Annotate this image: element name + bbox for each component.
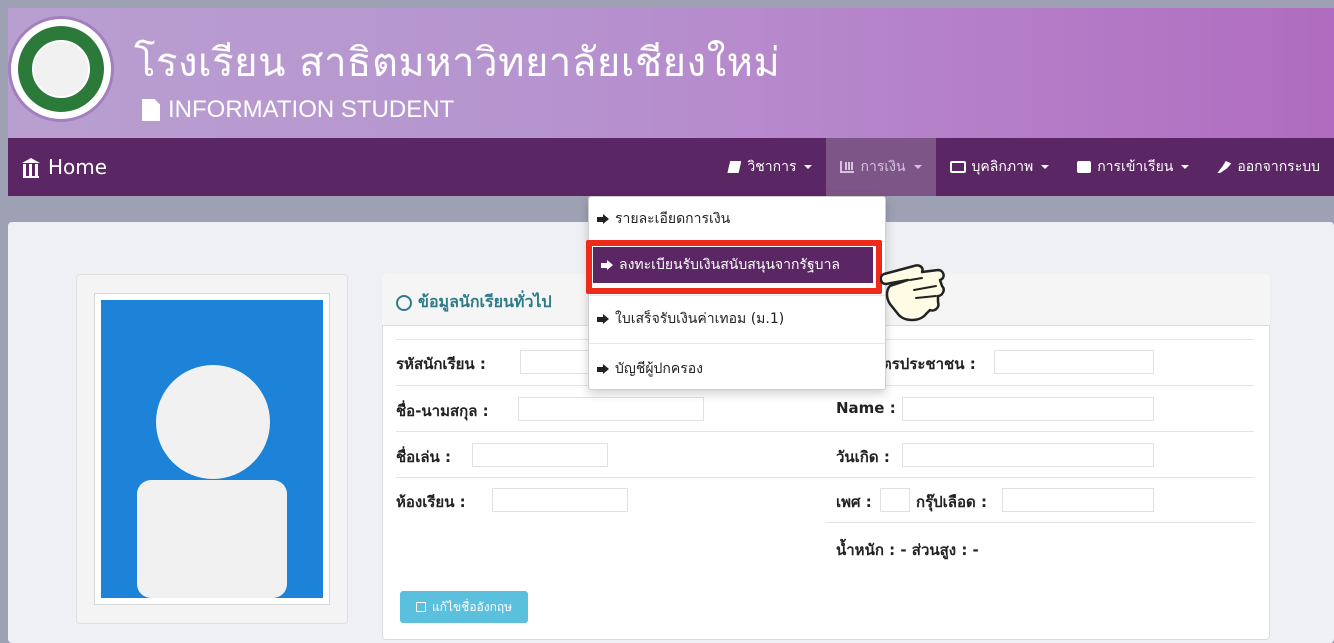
citizen-id-field	[994, 350, 1154, 374]
nav-home-label: Home	[48, 155, 108, 179]
name-en-label: Name :	[836, 399, 896, 417]
nickname-label: ชื่อเล่น :	[396, 448, 451, 466]
name-en-field	[902, 397, 1154, 421]
nav-home-link[interactable]: Home	[22, 138, 107, 196]
dropdown-divider	[589, 295, 885, 296]
sign-in-icon	[597, 363, 609, 375]
fullname-label: ชื่อ-นามสกุล :	[396, 402, 489, 420]
avatar-body-icon	[137, 480, 287, 598]
dropdown-divider	[589, 343, 885, 344]
student-photo	[94, 293, 330, 605]
nav-item-label: ออกจากระบบ	[1237, 159, 1320, 175]
plug-icon	[1217, 161, 1232, 173]
row-divider	[826, 385, 1254, 386]
document-icon	[142, 99, 160, 121]
nav-menu: วิชาการ การเงิน บุคลิกภาพ การเข้าเรียน อ…	[713, 138, 1334, 196]
dropdown-item-label: รายละเอียดการเงิน	[615, 211, 731, 227]
gender-label: เพศ :	[836, 493, 872, 511]
dropdown-item-tuition-receipt[interactable]: ใบเสร็จรับเงินค่าเทอม (ม.1)	[589, 297, 885, 341]
book-icon	[727, 161, 742, 173]
pointing-hand-icon	[880, 264, 945, 322]
nav-item-finance[interactable]: การเงิน	[826, 138, 936, 196]
row-divider	[396, 431, 826, 432]
user-circle-icon	[396, 294, 412, 311]
nav-item-label: บุคลิกภาพ	[971, 159, 1034, 175]
nav-item-attendance[interactable]: การเข้าเรียน	[1063, 138, 1203, 196]
row-divider	[826, 477, 1254, 478]
blood-type-label: กรุ๊ปเลือด :	[916, 493, 987, 511]
edit-button-label: แก้ไขชื่ออังกฤษ	[431, 599, 513, 614]
dropdown-item-finance-details[interactable]: รายละเอียดการเงิน	[589, 197, 885, 241]
logo-emblem	[18, 26, 104, 112]
birthdate-field	[902, 443, 1154, 467]
caret-down-icon	[804, 165, 813, 169]
edit-icon	[415, 602, 426, 612]
school-title: โรงเรียน สาธิตมหาวิทยาลัยเชียงใหม่	[134, 40, 781, 86]
id-card-icon	[949, 161, 966, 173]
dropdown-item-parent-account[interactable]: บัญชีผู้ปกครอง	[589, 347, 885, 391]
student-id-label: รหัสนักเรียน :	[396, 355, 486, 373]
top-navbar: Home วิชาการ การเงิน บุคลิกภาพ การเข้าเร…	[8, 138, 1334, 196]
info-title-text: ข้อมูลนักเรียนทั่วไป	[418, 292, 552, 311]
citizen-id-label: ัตรประชาชน :	[882, 355, 976, 373]
subtitle-text: INFORMATION STUDENT	[168, 96, 455, 123]
edit-english-name-button[interactable]: แก้ไขชื่ออังกฤษ	[400, 591, 528, 623]
row-divider	[826, 339, 1254, 340]
blood-type-field	[1002, 488, 1154, 512]
caret-down-icon	[1041, 165, 1050, 169]
school-logo	[8, 16, 114, 122]
elephant-emblem-icon	[32, 40, 90, 98]
avatar-placeholder	[101, 300, 323, 598]
nav-item-logout[interactable]: ออกจากระบบ	[1203, 138, 1334, 196]
row-divider	[396, 477, 826, 478]
birthdate-label: วันเกิด :	[836, 448, 890, 466]
row-divider	[826, 431, 1254, 432]
row-divider	[826, 522, 1254, 523]
nav-item-label: การเข้าเรียน	[1097, 159, 1174, 175]
nav-item-personality[interactable]: บุคลิกภาพ	[936, 138, 1064, 196]
bar-chart-icon	[840, 161, 855, 173]
page-subtitle: INFORMATION STUDENT	[142, 96, 454, 124]
student-info-title: ข้อมูลนักเรียนทั่วไป	[396, 290, 552, 315]
fullname-field	[518, 397, 704, 421]
nav-item-academic[interactable]: วิชาการ	[713, 138, 826, 196]
highlight-frame	[586, 240, 882, 294]
sign-in-icon	[597, 313, 609, 325]
sign-in-icon	[597, 213, 609, 225]
caret-down-icon	[1181, 165, 1190, 169]
classroom-field	[492, 488, 628, 512]
weight-height-text: น้ำหนัก : - ส่วนสูง : -	[836, 541, 979, 559]
caret-down-icon	[913, 165, 922, 169]
dropdown-item-label: บัญชีผู้ปกครอง	[615, 361, 704, 377]
nav-item-label: การเงิน	[860, 159, 906, 175]
nav-item-label: วิชาการ	[747, 159, 797, 175]
classroom-label: ห้องเรียน :	[396, 493, 466, 511]
dropdown-item-label: ใบเสร็จรับเงินค่าเทอม (ม.1)	[615, 311, 785, 327]
student-id-field	[520, 350, 590, 374]
avatar-head-icon	[156, 365, 270, 479]
gender-field	[880, 488, 910, 512]
nickname-field	[472, 443, 608, 467]
bank-icon	[22, 158, 40, 178]
briefcase-icon	[1077, 161, 1092, 173]
